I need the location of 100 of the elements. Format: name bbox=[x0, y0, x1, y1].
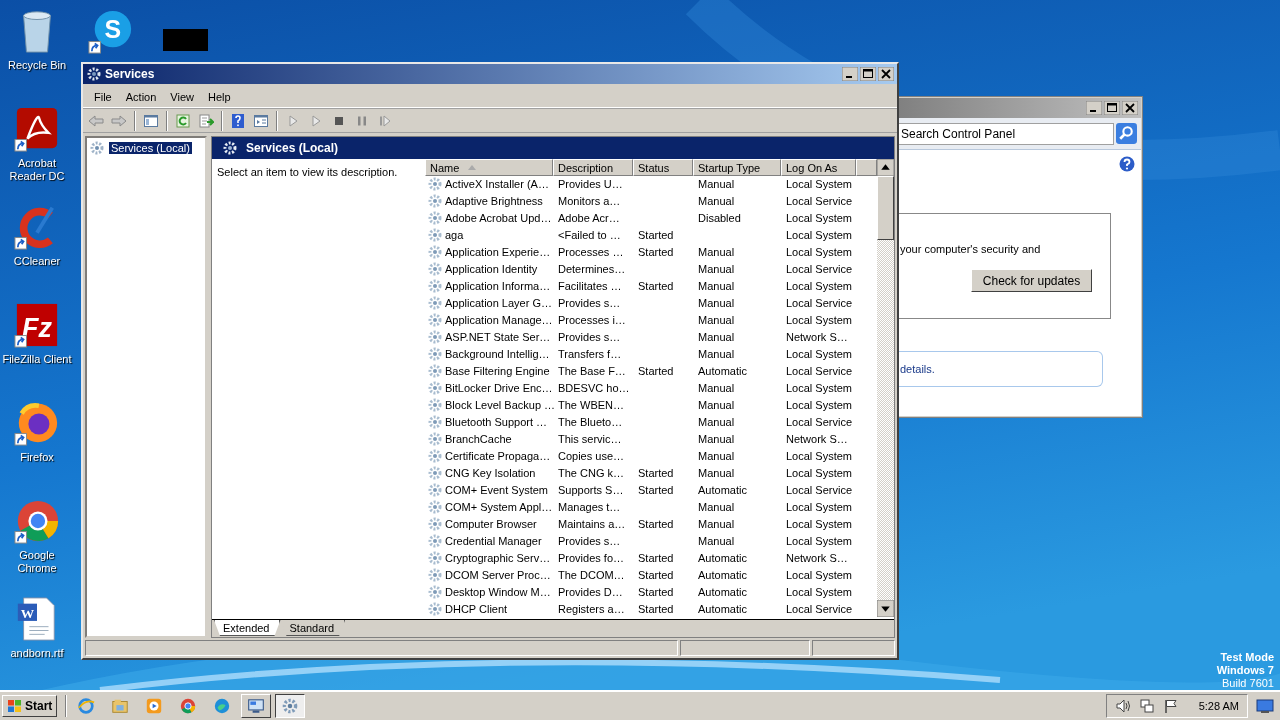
flag-icon[interactable] bbox=[1162, 698, 1179, 714]
menu-item[interactable]: Help bbox=[200, 90, 238, 103]
browser-icon[interactable] bbox=[14, 498, 60, 544]
menu-item[interactable]: Action bbox=[118, 90, 164, 103]
gear-icon bbox=[427, 193, 443, 210]
table-cell: Manual bbox=[698, 433, 735, 445]
icon-label[interactable]: CCleaner bbox=[0, 255, 74, 268]
help-icon[interactable] bbox=[230, 112, 246, 129]
table-cell: CNG Key Isolation bbox=[445, 466, 536, 479]
gear-icon bbox=[427, 295, 443, 312]
maximize-icon[interactable] bbox=[860, 67, 876, 81]
table-cell: Application Informa… bbox=[445, 280, 551, 293]
refresh-icon[interactable] bbox=[175, 112, 191, 129]
description-text: Select an item to view its description. bbox=[217, 166, 398, 178]
table-cell: Started bbox=[638, 483, 674, 496]
scrollbar[interactable] bbox=[877, 159, 894, 617]
system-text: Windows 7 bbox=[1216, 664, 1274, 677]
table-cell: Certificate Propaga… bbox=[445, 450, 551, 462]
system-text: Build 7601 bbox=[1222, 677, 1274, 690]
table-cell: Provides U… bbox=[558, 178, 623, 191]
table-cell: Supports S… bbox=[558, 483, 624, 496]
info-link[interactable]: details. bbox=[900, 363, 935, 375]
search-field[interactable]: Search Control Panel bbox=[898, 122, 1114, 145]
export-icon[interactable] bbox=[198, 112, 214, 129]
gear-icon bbox=[427, 532, 443, 549]
gear-icon bbox=[427, 448, 443, 464]
table-cell: Adobe Acrobat Upd… bbox=[445, 212, 552, 225]
minimize-icon[interactable] bbox=[1086, 101, 1102, 115]
table-cell: Cryptographic Serv… bbox=[445, 551, 551, 564]
table-cell: Disabled bbox=[698, 212, 741, 225]
icon-label[interactable]: Acrobat Reader DC bbox=[0, 157, 74, 183]
table-cell: Manual bbox=[698, 246, 735, 259]
fox-globe-icon[interactable] bbox=[14, 400, 60, 446]
column-header[interactable]: Log On As bbox=[781, 159, 856, 176]
pdf-reader-icon[interactable] bbox=[14, 106, 60, 152]
window-taskbar-button[interactable] bbox=[241, 694, 272, 718]
table-cell: Manual bbox=[698, 450, 735, 462]
properties-icon[interactable] bbox=[253, 112, 269, 129]
table-cell: aga bbox=[445, 229, 464, 242]
view-tab[interactable]: Extended bbox=[214, 620, 281, 636]
table-cell: Manages t… bbox=[558, 500, 621, 513]
gear-icon bbox=[427, 498, 443, 515]
table-cell: The Base F… bbox=[558, 365, 626, 378]
speaker-icon[interactable] bbox=[1114, 698, 1131, 714]
close-icon[interactable] bbox=[1122, 101, 1138, 115]
start-button[interactable]: Start bbox=[2, 695, 58, 717]
table-cell: Manual bbox=[698, 314, 735, 327]
scroll-down-icon[interactable] bbox=[877, 600, 894, 617]
check-updates-button[interactable]: Check for updates bbox=[971, 269, 1092, 292]
search-icon[interactable] bbox=[1116, 123, 1137, 144]
table-cell: Manual bbox=[698, 534, 735, 547]
column-header[interactable]: Startup Type bbox=[693, 159, 781, 176]
table-cell: Network S… bbox=[786, 331, 848, 344]
show-desktop-icon[interactable] bbox=[1256, 698, 1274, 714]
gear-icon bbox=[427, 363, 443, 380]
icon-label[interactable]: andborn.rtf bbox=[0, 647, 74, 660]
icon-label[interactable]: Recycle Bin bbox=[0, 59, 74, 72]
icon-label[interactable]: Firefox bbox=[0, 451, 74, 464]
table-cell: Bluetooth Support … bbox=[445, 416, 548, 429]
gear-icon bbox=[427, 176, 443, 193]
table-cell: Local System bbox=[786, 399, 853, 412]
gear-icon bbox=[427, 549, 443, 566]
gear-icon bbox=[427, 566, 443, 583]
monitor-icon bbox=[247, 697, 266, 715]
gear-icon bbox=[427, 464, 443, 481]
help-icon[interactable] bbox=[1119, 156, 1135, 172]
table-cell: Local Service bbox=[786, 263, 853, 276]
table-cell: Copies use… bbox=[558, 450, 625, 462]
pane-toggle-icon[interactable] bbox=[143, 112, 159, 129]
browser-icon[interactable] bbox=[179, 697, 198, 715]
tree-item[interactable]: Services (Local) bbox=[109, 142, 192, 154]
view-tab[interactable]: Standard bbox=[280, 620, 346, 636]
ftp-app-icon[interactable]: Fz bbox=[14, 302, 60, 348]
scroll-up-icon[interactable] bbox=[877, 159, 894, 176]
network-icon[interactable] bbox=[1138, 698, 1155, 714]
icon-label[interactable]: FileZilla Client bbox=[0, 353, 74, 366]
close-icon[interactable] bbox=[878, 67, 894, 81]
maximize-icon[interactable] bbox=[1104, 101, 1120, 115]
table-cell: Provides s… bbox=[558, 331, 621, 344]
table-cell: Manual bbox=[698, 399, 735, 412]
menu-item[interactable]: File bbox=[87, 90, 119, 103]
services-taskbar-button[interactable] bbox=[275, 694, 306, 718]
media-player-icon[interactable] bbox=[145, 697, 164, 715]
column-header[interactable]: Description bbox=[553, 159, 633, 176]
table-cell: Manual bbox=[698, 382, 735, 395]
table-cell: Network S… bbox=[786, 433, 848, 445]
table-cell: DHCP Client bbox=[445, 602, 508, 615]
column-header bbox=[856, 159, 877, 176]
table-cell: Automatic bbox=[698, 602, 747, 615]
column-header[interactable]: Name bbox=[425, 159, 553, 176]
menu-item[interactable]: View bbox=[163, 90, 201, 103]
icon-label[interactable]: Google Chrome bbox=[0, 549, 74, 575]
table-cell: Manual bbox=[698, 466, 735, 479]
column-header[interactable]: Status bbox=[633, 159, 693, 176]
table-cell: Manual bbox=[698, 416, 735, 429]
gear-icon bbox=[427, 380, 443, 397]
minimize-icon[interactable] bbox=[842, 67, 858, 81]
table-cell: Started bbox=[638, 280, 674, 293]
table-cell: The CNG k… bbox=[558, 466, 624, 479]
table-cell: Automatic bbox=[698, 551, 747, 564]
